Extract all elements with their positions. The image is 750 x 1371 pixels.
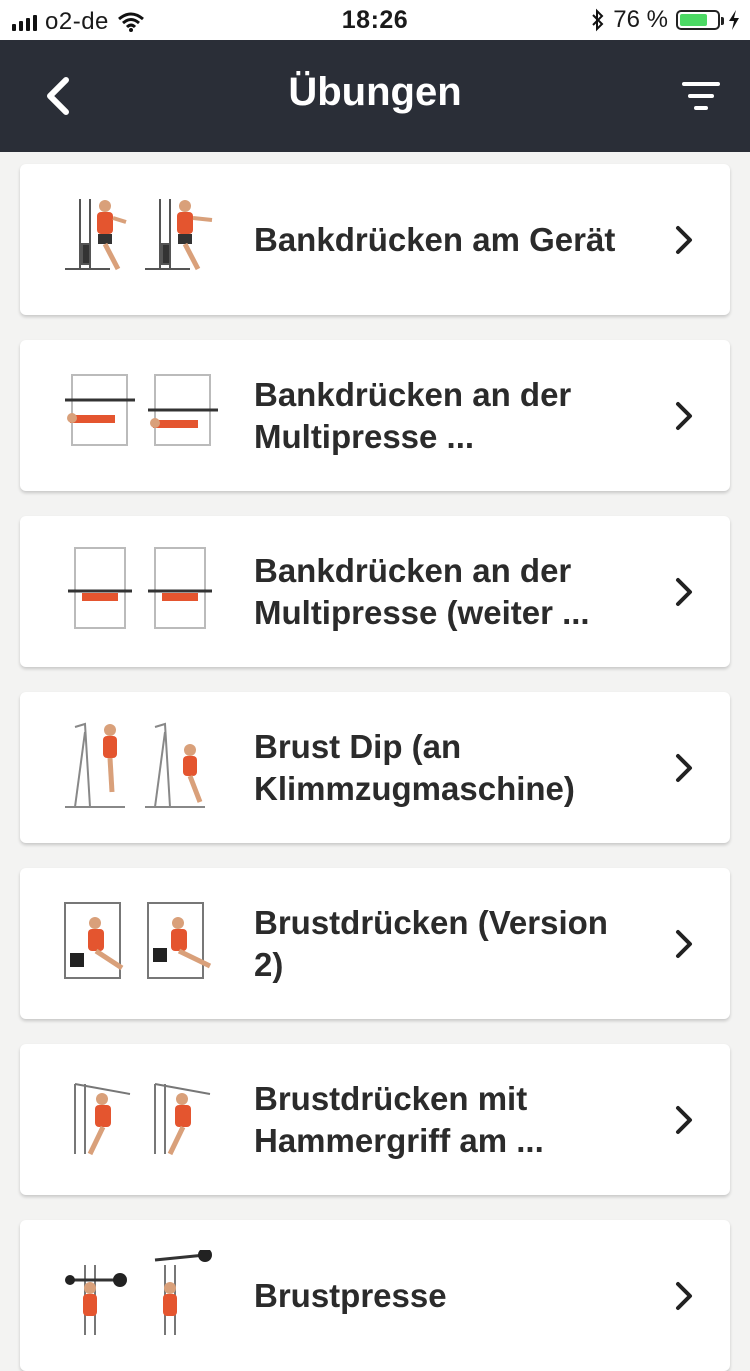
exercise-item[interactable]: Bankdrücken am Gerät (20, 164, 730, 315)
chevron-right-icon (676, 1282, 692, 1310)
chevron-right-icon (676, 402, 692, 430)
chevron-right-icon (676, 1106, 692, 1134)
chevron-right-icon (676, 578, 692, 606)
navigation-bar: Übungen (0, 40, 750, 152)
exercise-title: Brustdrücken mit Hammergriff am ... (254, 1079, 544, 1159)
chevron-right-icon (676, 754, 692, 782)
battery-icon (676, 10, 724, 30)
exercise-thumbnail (65, 374, 218, 446)
exercise-thumbnail (65, 1250, 212, 1335)
bluetooth-icon (592, 8, 604, 32)
chevron-right-icon (676, 226, 692, 254)
exercise-item[interactable]: Brust Dip (an Klimmzugmaschine) (20, 692, 730, 843)
exercise-thumbnail (64, 902, 212, 979)
exercise-title: Brustdrücken (Version 2) (254, 903, 608, 983)
exercise-thumbnail (65, 722, 205, 808)
filter-icon[interactable] (680, 76, 724, 116)
exercise-title: Bankdrücken an der Multipresse ... (254, 375, 572, 455)
exercise-title: Bankdrücken an der Multipresse (weiter .… (254, 551, 590, 631)
exercise-item[interactable]: Bankdrücken an der Multipresse ... (20, 340, 730, 491)
exercise-item[interactable]: Brustdrücken (Version 2) (20, 868, 730, 1019)
exercise-title: Brustpresse (254, 1276, 447, 1314)
exercise-thumbnail (74, 1083, 211, 1156)
exercise-title: Bankdrücken am Gerät (254, 220, 616, 258)
status-right: 76 % (591, 6, 740, 34)
status-bar: o2-de 18:26 76 % (0, 0, 750, 40)
exercise-title: Brust Dip (an Klimmzugmaschine) (254, 727, 575, 807)
battery-level (680, 14, 708, 26)
battery-percent: 76 % (613, 6, 668, 33)
page-title: Übungen (288, 70, 462, 114)
charging-icon (729, 10, 739, 30)
exercise-item[interactable]: Bankdrücken an der Multipresse (weiter .… (20, 516, 730, 667)
exercise-item[interactable]: Brustpresse (20, 1220, 730, 1371)
exercise-item[interactable]: Brustdrücken mit Hammergriff am ... (20, 1044, 730, 1195)
chevron-right-icon (676, 930, 692, 958)
exercise-thumbnail (65, 199, 213, 271)
exercise-thumbnail (68, 547, 212, 629)
